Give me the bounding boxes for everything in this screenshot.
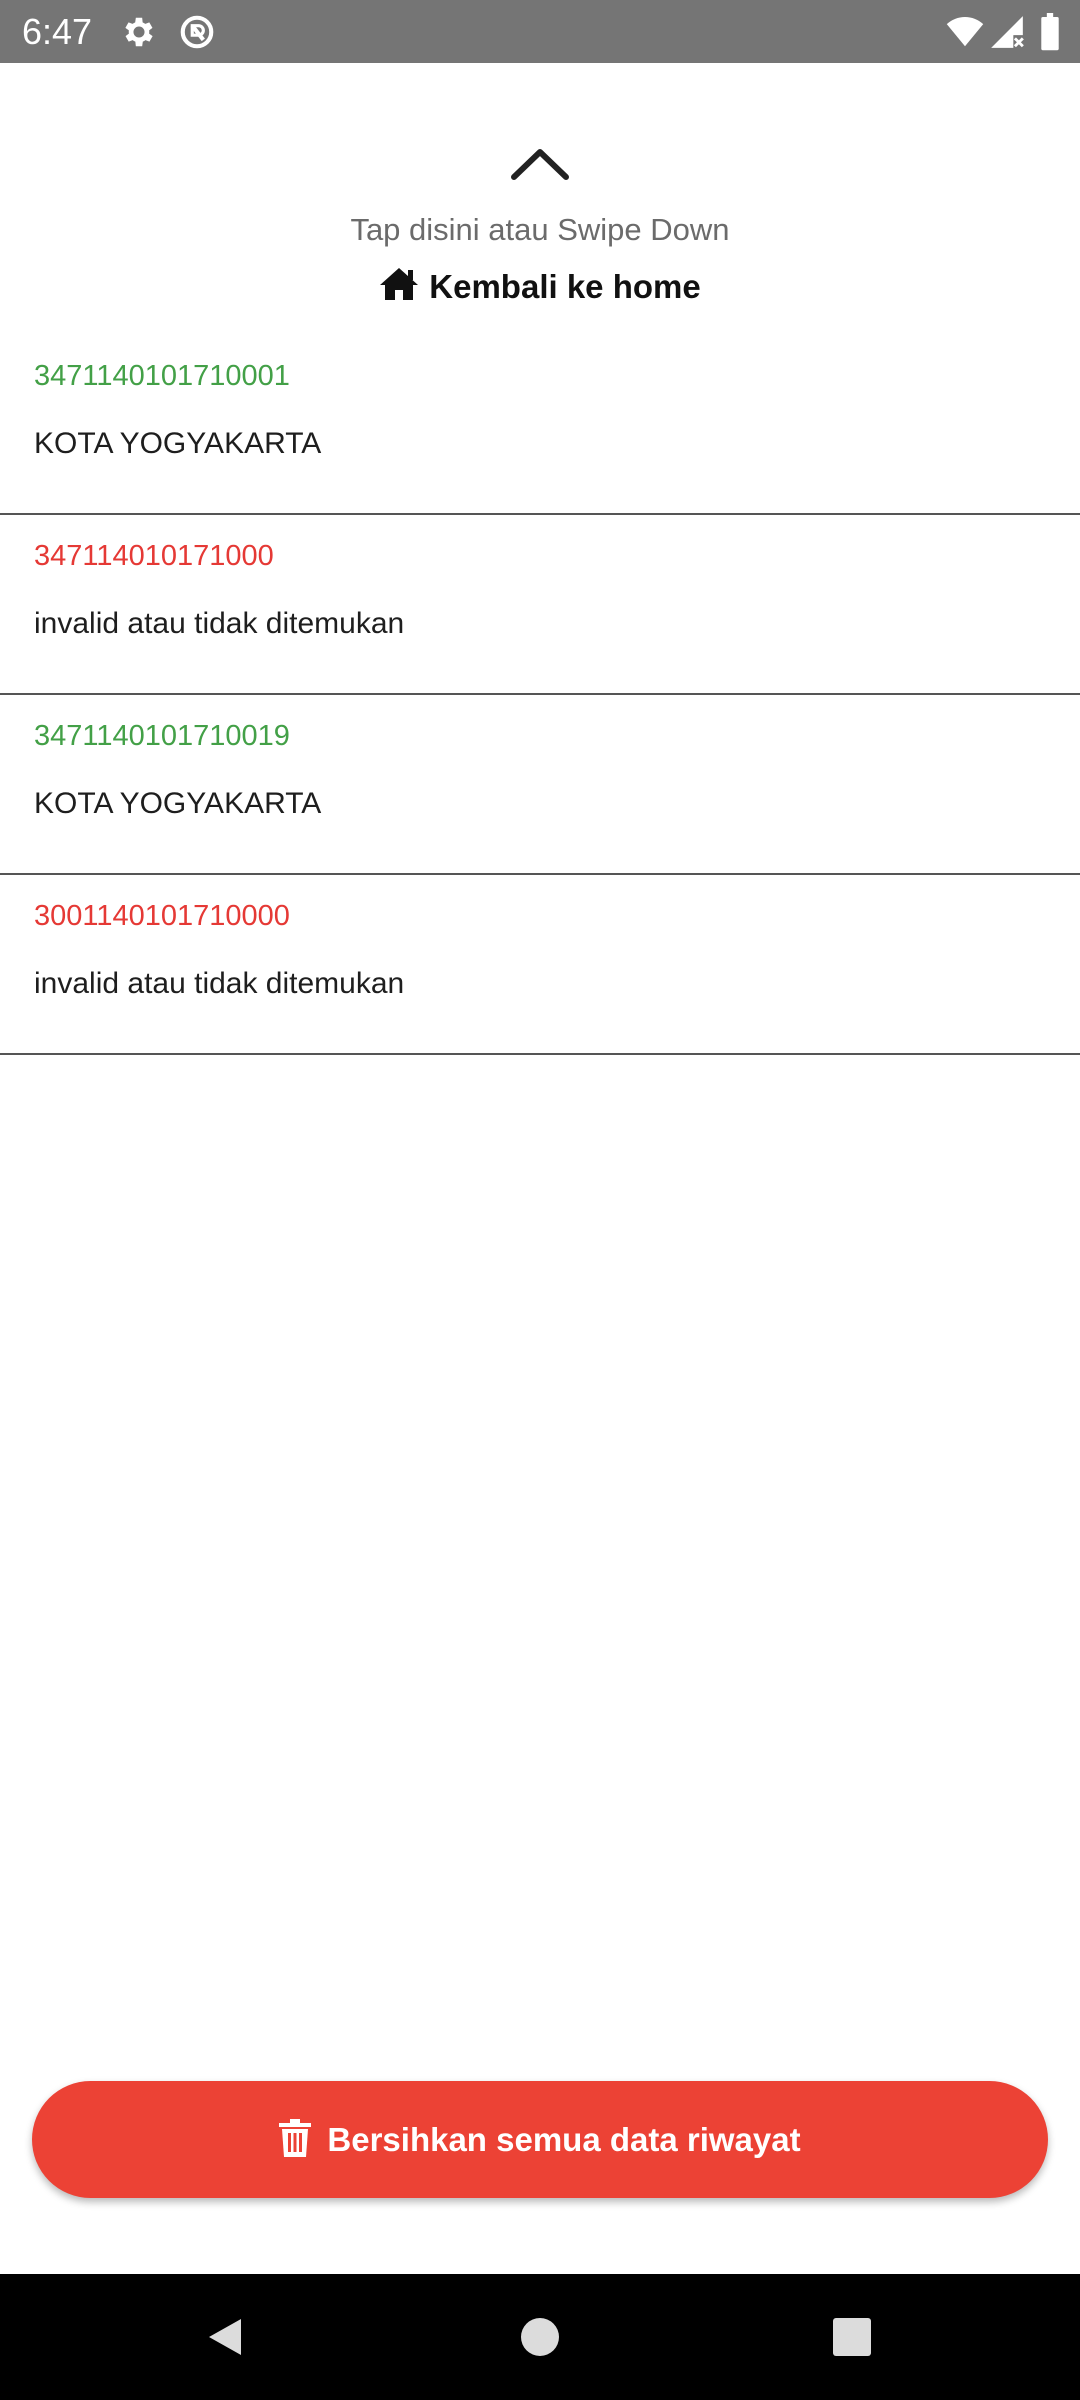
sync-off-icon: [178, 13, 216, 51]
list-item[interactable]: 3001140101710000 invalid atau tidak dite…: [0, 875, 1080, 1055]
nik-number: 3471140101710019: [34, 720, 290, 752]
signal-icon: [988, 13, 1026, 51]
swipe-down-area[interactable]: Tap disini atau Swipe Down Kembali ke ho…: [0, 130, 1080, 320]
battery-icon: [1038, 13, 1062, 51]
list-item[interactable]: 3471140101710001 KOTA YOGYAKARTA: [0, 335, 1080, 515]
home-link-label: Kembali ke home: [429, 268, 701, 305]
clear-history-label: Bersihkan semua data riwayat: [327, 2121, 801, 2158]
region-text: invalid atau tidak ditemukan: [34, 967, 405, 1000]
back-to-home-link[interactable]: Kembali ke home: [0, 265, 1080, 309]
wifi-icon: [944, 13, 986, 51]
region-text: KOTA YOGYAKARTA: [34, 787, 322, 820]
recents-icon[interactable]: [832, 2317, 872, 2357]
settings-icon: [120, 13, 158, 51]
list-item[interactable]: 3471140101710019 KOTA YOGYAKARTA: [0, 695, 1080, 875]
status-time: 6:47: [22, 11, 93, 52]
chevron-up-icon[interactable]: [510, 145, 570, 181]
region-text: invalid atau tidak ditemukan: [34, 607, 405, 640]
screen: 6:47 Tap disini atau Swipe Down Kembali …: [0, 0, 1080, 2400]
status-bar: 6:47: [0, 0, 1080, 63]
home-icon: [379, 266, 419, 302]
trash-icon: [279, 2119, 312, 2157]
home-circle-icon[interactable]: [520, 2317, 560, 2357]
navigation-bar: [0, 2274, 1080, 2400]
region-text: KOTA YOGYAKARTA: [34, 427, 322, 460]
history-list: 3471140101710001 KOTA YOGYAKARTA 3471140…: [0, 335, 1080, 1055]
list-item[interactable]: 347114010171000 invalid atau tidak ditem…: [0, 515, 1080, 695]
swipe-hint-text[interactable]: Tap disini atau Swipe Down: [0, 210, 1080, 250]
nik-number: 3001140101710000: [34, 900, 290, 932]
nik-number: 347114010171000: [34, 540, 274, 572]
back-icon[interactable]: [205, 2317, 245, 2357]
nik-number: 3471140101710001: [34, 360, 290, 392]
clear-history-button[interactable]: Bersihkan semua data riwayat: [32, 2081, 1048, 2198]
